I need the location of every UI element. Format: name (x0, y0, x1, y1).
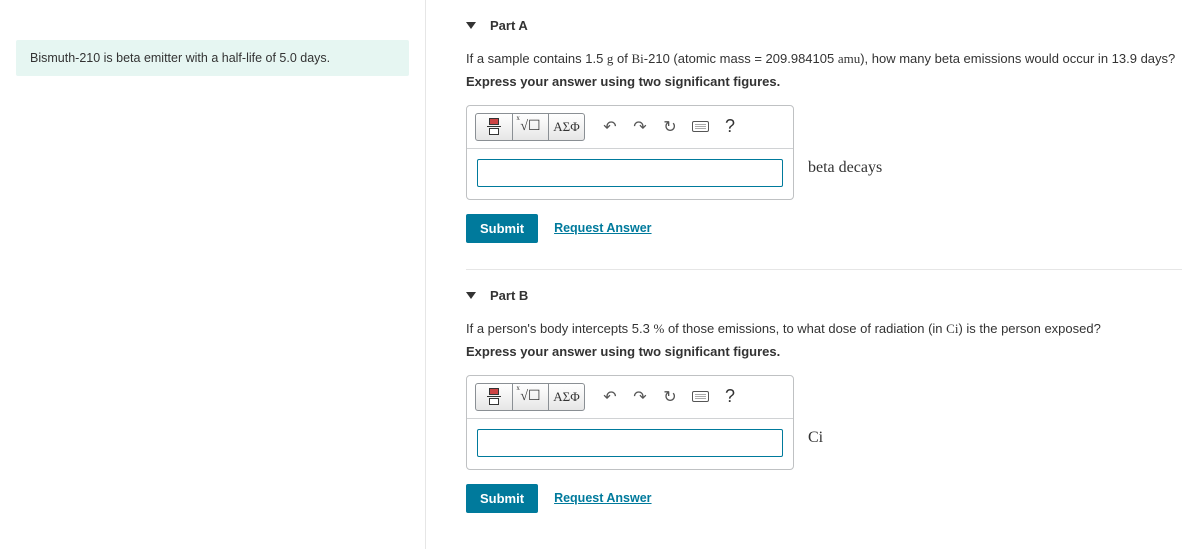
part-b-header[interactable]: Part B (466, 270, 1182, 313)
part-b-unit: Ci (808, 375, 823, 447)
keyboard-button[interactable] (685, 384, 715, 410)
part-b-instruction: Express your answer using two significan… (466, 344, 1182, 359)
part-b-label: Part B (490, 288, 528, 303)
keyboard-icon (692, 121, 709, 132)
fraction-button[interactable] (476, 384, 512, 410)
greek-label: ΑΣΦ (553, 389, 579, 405)
part-a-request-answer[interactable]: Request Answer (554, 221, 651, 235)
chevron-down-icon (466, 292, 476, 299)
part-a-submit-button[interactable]: Submit (466, 214, 538, 243)
greek-label: ΑΣΦ (553, 119, 579, 135)
greek-button[interactable]: ΑΣΦ (548, 114, 584, 140)
undo-button[interactable]: ↶ (595, 114, 625, 140)
help-button[interactable]: ? (715, 384, 745, 410)
undo-button[interactable]: ↶ (595, 384, 625, 410)
root-button[interactable]: x√☐ (512, 114, 548, 140)
part-a-answer-input[interactable] (477, 159, 783, 187)
reset-button[interactable]: ↻ (655, 114, 685, 140)
part-a-instruction: Express your answer using two significan… (466, 74, 1182, 89)
part-a-header[interactable]: Part A (466, 0, 1182, 43)
keyboard-button[interactable] (685, 114, 715, 140)
part-b-input-box: x√☐ ΑΣΦ ↶ ↷ ↻ ? (466, 375, 794, 470)
reset-button[interactable]: ↻ (655, 384, 685, 410)
chevron-down-icon (466, 22, 476, 29)
part-a-unit: beta decays (808, 105, 882, 177)
redo-button[interactable]: ↷ (625, 114, 655, 140)
help-button[interactable]: ? (715, 114, 745, 140)
root-icon: x√☐ (520, 388, 540, 405)
part-a-question: If a sample contains 1.5 g of Bi-210 (at… (466, 49, 1182, 70)
part-b-request-answer[interactable]: Request Answer (554, 491, 651, 505)
greek-button[interactable]: ΑΣΦ (548, 384, 584, 410)
fraction-icon (487, 388, 501, 405)
part-a-label: Part A (490, 18, 528, 33)
part-a-input-box: x√☐ ΑΣΦ ↶ ↷ ↻ ? (466, 105, 794, 200)
part-b-question: If a person's body intercepts 5.3 % of t… (466, 319, 1182, 340)
fraction-button[interactable] (476, 114, 512, 140)
redo-button[interactable]: ↷ (625, 384, 655, 410)
fraction-icon (487, 118, 501, 135)
keyboard-icon (692, 391, 709, 402)
part-b-answer-input[interactable] (477, 429, 783, 457)
root-button[interactable]: x√☐ (512, 384, 548, 410)
problem-prompt: Bismuth-210 is beta emitter with a half-… (16, 40, 409, 76)
part-b-submit-button[interactable]: Submit (466, 484, 538, 513)
root-icon: x√☐ (520, 118, 540, 135)
